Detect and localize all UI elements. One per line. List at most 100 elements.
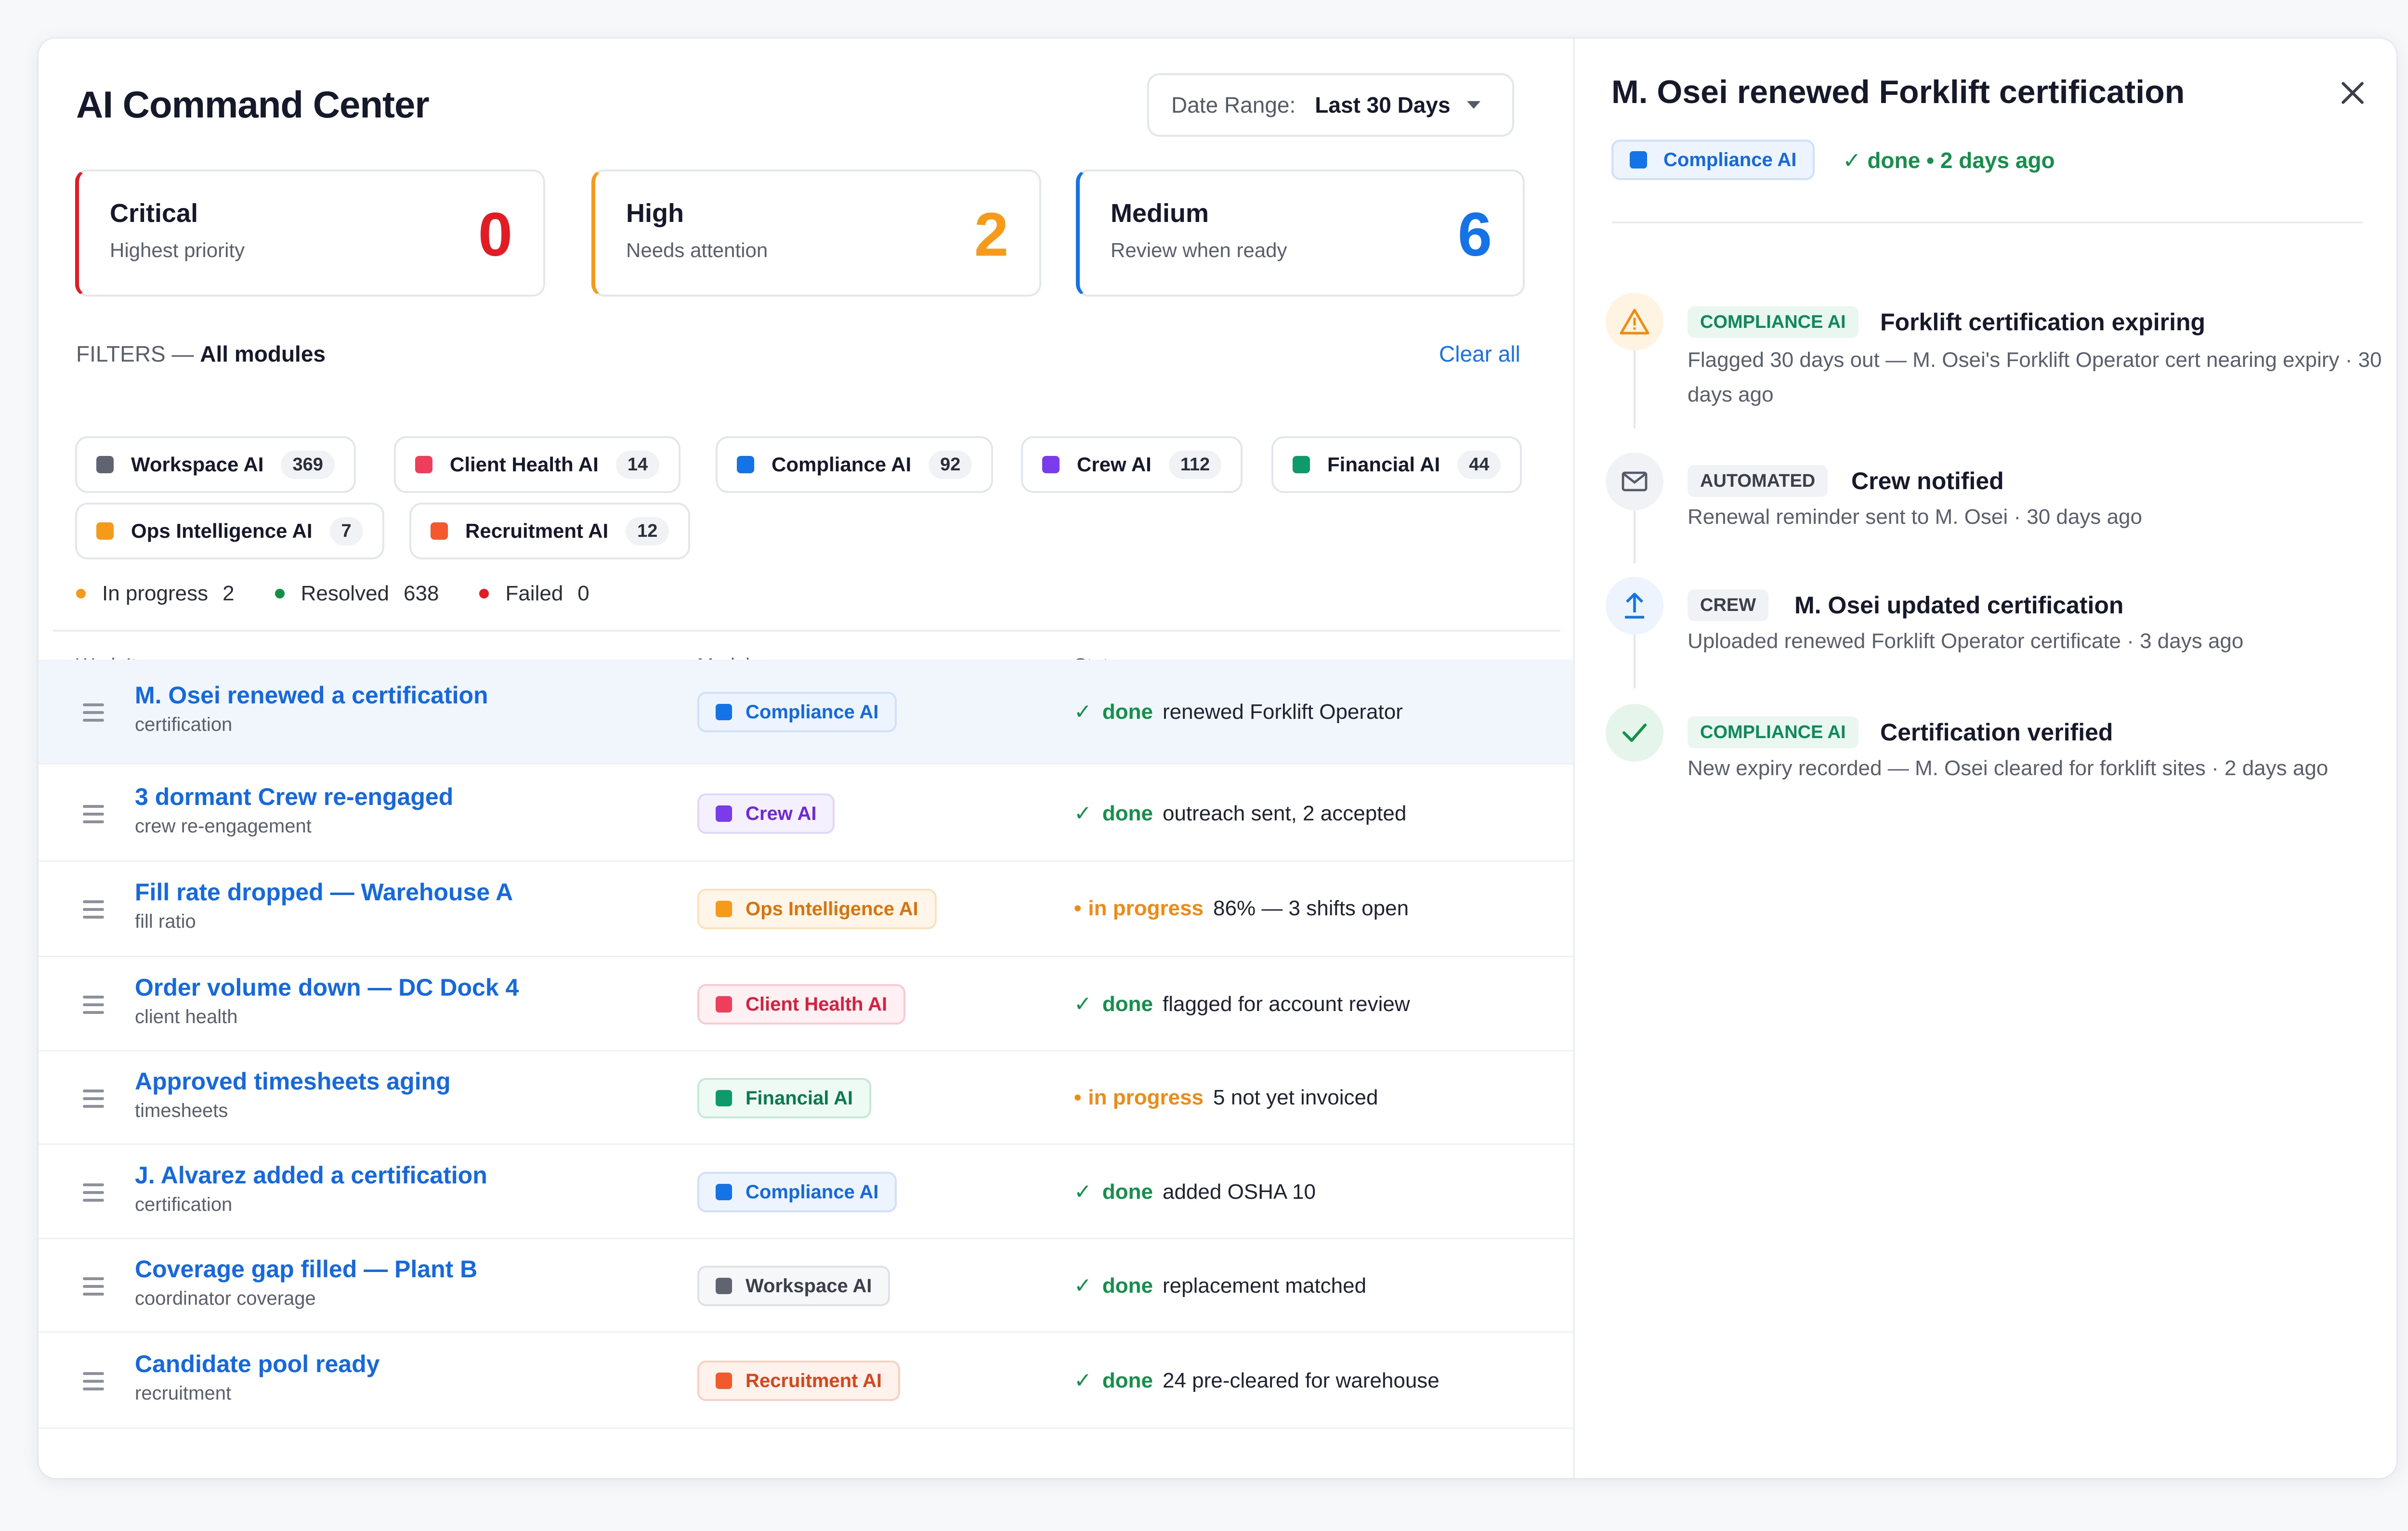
module-color-swatch xyxy=(96,522,114,540)
filter-chip-ops-intelligence-ai[interactable]: Ops Intelligence AI 7 xyxy=(75,503,384,559)
table-row[interactable]: Fill rate dropped — Warehouse A fill rati… xyxy=(39,861,1573,957)
status-word: done xyxy=(1102,801,1153,825)
filter-chip-compliance-ai[interactable]: Compliance AI 92 xyxy=(716,436,994,493)
drag-handle-icon[interactable] xyxy=(83,900,104,923)
stat-count: 2 xyxy=(222,582,235,605)
detail-panel: M. Osei renewed Forklift certification C… xyxy=(1573,39,2396,1478)
status-cell: ✓ done 24 pre-cleared for warehouse xyxy=(1074,1368,1440,1393)
chip-count: 92 xyxy=(929,450,972,479)
clear-all-link[interactable]: Clear all xyxy=(1439,341,1520,367)
work-item-title[interactable]: J. Alvarez added a certification xyxy=(135,1161,487,1189)
timeline-body: New expiry recorded — M. Osei cleared fo… xyxy=(1688,756,2329,780)
module-color-swatch xyxy=(716,901,732,917)
stat-count: 0 xyxy=(577,582,589,605)
status-word: done xyxy=(1102,1180,1153,1204)
dot-icon: • xyxy=(1074,896,1082,920)
work-item-title[interactable]: Approved timesheets aging xyxy=(135,1067,451,1095)
filter-chip-client-health-ai[interactable]: Client Health AI 14 xyxy=(394,436,681,493)
status-word: done xyxy=(1102,1273,1153,1297)
module-color-swatch xyxy=(96,456,114,473)
module-badge: Crew AI xyxy=(697,793,835,834)
work-item-title[interactable]: 3 dormant Crew re-engaged xyxy=(135,783,453,811)
timeline-heading: Certification verified xyxy=(1880,719,2113,746)
status-word: done xyxy=(1102,1368,1153,1392)
upload-icon xyxy=(1606,577,1663,635)
module-label: Recruitment AI xyxy=(746,1370,882,1391)
drag-handle-icon[interactable] xyxy=(83,996,104,1019)
status-cell: • in progress 86% — 3 shifts open xyxy=(1074,896,1409,921)
work-item-subtitle: timesheets xyxy=(135,1100,228,1121)
filter-chip-financial-ai[interactable]: Financial AI 44 xyxy=(1271,436,1522,493)
chip-label: Ops Intelligence AI xyxy=(131,519,313,542)
drag-handle-icon[interactable] xyxy=(83,1183,104,1207)
severity-card-high[interactable]: High Needs attention 2 xyxy=(591,169,1041,297)
module-badge: Client Health AI xyxy=(697,984,906,1025)
status-detail: flagged for account review xyxy=(1162,992,1410,1016)
filter-chip-crew-ai[interactable]: Crew AI 112 xyxy=(1021,436,1243,493)
work-item-subtitle: crew re-engagement xyxy=(135,816,312,837)
date-range-value: Last 30 Days xyxy=(1315,92,1451,117)
table-row[interactable]: 3 dormant Crew re-engaged crew re-engagem… xyxy=(39,766,1573,862)
date-range-select[interactable]: Date Range: Last 30 Days xyxy=(1147,73,1514,137)
work-item-title[interactable]: Coverage gap filled — Plant B xyxy=(135,1255,477,1283)
work-item-subtitle: client health xyxy=(135,1006,238,1027)
module-label: Compliance AI xyxy=(746,1181,879,1203)
mail-icon xyxy=(1606,453,1663,510)
status-cell: • in progress 5 not yet invoiced xyxy=(1074,1086,1378,1110)
chip-label: Client Health AI xyxy=(450,453,599,476)
table-row[interactable]: J. Alvarez added a certification certific… xyxy=(39,1145,1573,1239)
timeline-badge: CREW xyxy=(1688,589,1769,621)
module-color-swatch xyxy=(716,704,732,720)
status-word: in progress xyxy=(1088,1086,1204,1109)
work-item-title[interactable]: M. Osei renewed a certification xyxy=(135,681,488,709)
table-row[interactable]: Order volume down — DC Dock 4 client heal… xyxy=(39,957,1573,1051)
drag-handle-icon[interactable] xyxy=(83,703,104,727)
status-detail: outreach sent, 2 accepted xyxy=(1162,801,1407,825)
filter-chip-workspace-ai[interactable]: Workspace AI 369 xyxy=(75,436,356,493)
table-row[interactable]: Coverage gap filled — Plant B coordinator… xyxy=(39,1239,1573,1333)
module-badge: Compliance AI xyxy=(697,692,897,732)
module-color-swatch xyxy=(1293,456,1310,473)
status-dot xyxy=(479,589,489,598)
module-badge: Recruitment AI xyxy=(697,1361,901,1401)
stat-resolved: Resolved 638 xyxy=(275,582,439,606)
timeline-badge: AUTOMATED xyxy=(1688,465,1828,497)
stat-in-progress: In progress 2 xyxy=(76,582,235,606)
work-item-subtitle: recruitment xyxy=(135,1383,232,1404)
close-icon[interactable] xyxy=(2336,76,2369,110)
severity-card-critical[interactable]: Critical Highest priority 0 xyxy=(75,169,545,297)
status-cell: ✓ done outreach sent, 2 accepted xyxy=(1074,801,1406,826)
status-detail: 86% — 3 shifts open xyxy=(1213,896,1409,920)
table-row[interactable]: Approved timesheets aging timesheets Finan… xyxy=(39,1051,1573,1145)
chip-label: Compliance AI xyxy=(772,453,912,476)
status-detail: 24 pre-cleared for warehouse xyxy=(1162,1368,1440,1392)
module-badge: Financial AI xyxy=(697,1078,872,1118)
module-color-swatch xyxy=(1630,151,1647,169)
status-cell: ✓ done renewed Forklift Operator xyxy=(1074,700,1403,724)
table-row[interactable]: M. Osei renewed a certification certifica… xyxy=(39,660,1573,765)
work-item-title[interactable]: Candidate pool ready xyxy=(135,1350,380,1378)
drag-handle-icon[interactable] xyxy=(83,1372,104,1395)
work-item-subtitle: certification xyxy=(135,1194,233,1215)
filter-chip-recruitment-ai[interactable]: Recruitment AI 12 xyxy=(409,503,691,559)
work-item-title[interactable]: Order volume down — DC Dock 4 xyxy=(135,973,519,1001)
check-icon: ✓ xyxy=(1074,802,1092,825)
check-icon: ✓ xyxy=(1074,992,1092,1016)
drag-handle-icon[interactable] xyxy=(83,1090,104,1113)
timeline-heading: Forklift certification expiring xyxy=(1880,309,2206,336)
timeline-body: Flagged 30 days out — M. Osei's Forklift… xyxy=(1688,348,2382,406)
module-color-swatch xyxy=(1042,456,1060,473)
chip-count: 369 xyxy=(281,450,335,479)
timeline-heading: M. Osei updated certification xyxy=(1794,592,2124,619)
work-item-subtitle: coordinator coverage xyxy=(135,1288,316,1309)
drag-handle-icon[interactable] xyxy=(83,1277,104,1300)
chip-count: 7 xyxy=(329,517,363,545)
work-item-title[interactable]: Fill rate dropped — Warehouse A xyxy=(135,878,513,906)
divider xyxy=(53,630,1560,632)
filters-label: FILTERS — xyxy=(76,341,194,366)
severity-card-medium[interactable]: Medium Review when ready 6 xyxy=(1076,169,1525,297)
timeline-badge: COMPLIANCE AI xyxy=(1688,716,1858,748)
check-icon: ✓ xyxy=(1074,700,1092,724)
table-row[interactable]: Candidate pool ready recruitment Recruitme… xyxy=(39,1333,1573,1429)
drag-handle-icon[interactable] xyxy=(83,805,104,828)
